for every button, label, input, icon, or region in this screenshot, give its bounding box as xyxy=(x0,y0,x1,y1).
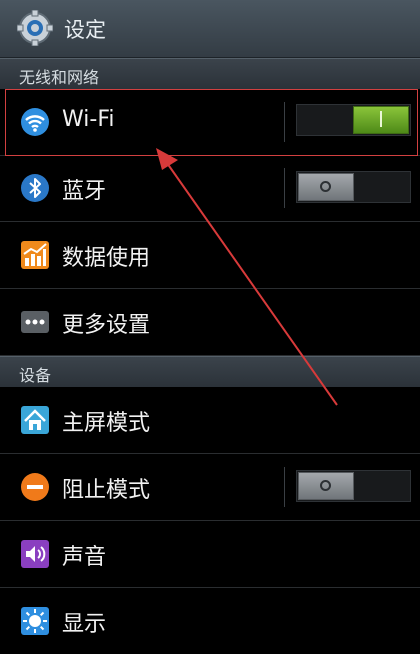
settings-item-label: 阻止模式 xyxy=(62,478,151,503)
action-bar: 设定 xyxy=(0,0,420,58)
section-label: 无线和网络 xyxy=(19,68,100,87)
more-dots-icon xyxy=(21,311,49,333)
block-icon xyxy=(21,473,49,501)
settings-item-label: 蓝牙 xyxy=(62,179,107,204)
toggle-knob xyxy=(298,472,354,500)
bluetooth-icon xyxy=(21,174,49,202)
settings-item-label: 主屏模式 xyxy=(62,411,151,436)
page-title: 设定 xyxy=(64,18,106,42)
divider xyxy=(284,168,285,208)
settings-item-label: 数据使用 xyxy=(62,246,151,271)
data-usage-chart-icon xyxy=(21,241,49,269)
bluetooth-toggle[interactable] xyxy=(296,171,411,203)
settings-item-blocking-mode[interactable]: 阻止模式 xyxy=(0,454,420,521)
section-label: 设备 xyxy=(19,366,52,385)
blocking-mode-toggle[interactable] xyxy=(296,470,411,502)
settings-item-label: 更多设置 xyxy=(62,313,151,338)
section-header-device: 设备 xyxy=(0,356,420,387)
toggle-knob xyxy=(298,173,354,201)
divider xyxy=(284,467,285,507)
annotation-highlight-box xyxy=(5,89,418,156)
settings-item-bluetooth[interactable]: 蓝牙 xyxy=(0,155,420,222)
settings-item-data-usage[interactable]: 数据使用 xyxy=(0,222,420,289)
section-header-network: 无线和网络 xyxy=(0,58,420,89)
settings-item-more-settings[interactable]: 更多设置 xyxy=(0,289,420,356)
settings-item-display[interactable]: 显示 xyxy=(0,588,420,654)
settings-gear-icon xyxy=(17,10,53,46)
settings-item-label: 声音 xyxy=(62,545,107,570)
display-brightness-icon xyxy=(21,607,49,635)
settings-item-sound[interactable]: 声音 xyxy=(0,521,420,588)
sound-icon xyxy=(21,540,49,568)
home-icon xyxy=(21,406,49,434)
settings-item-label: 显示 xyxy=(62,612,107,637)
settings-item-home-screen[interactable]: 主屏模式 xyxy=(0,387,420,454)
